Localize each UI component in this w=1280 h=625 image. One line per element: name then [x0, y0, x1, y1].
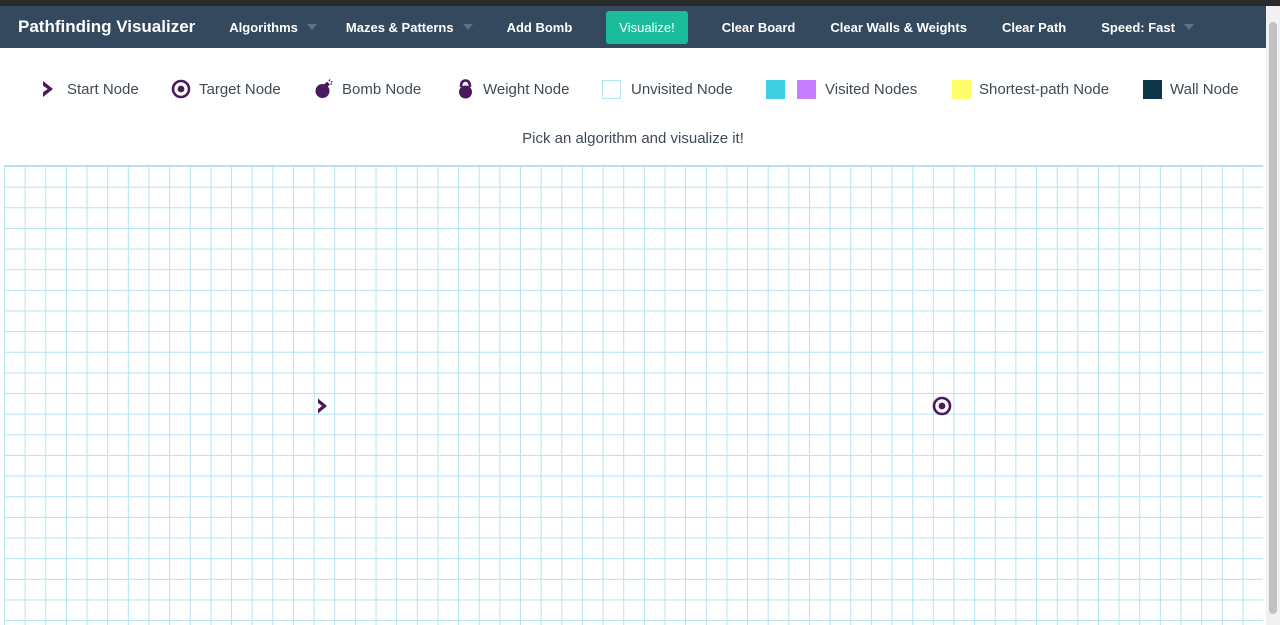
- legend-weight-label: Weight Node: [483, 80, 570, 98]
- vertical-scrollbar[interactable]: [1266, 6, 1280, 625]
- add-bomb-button[interactable]: Add Bomb: [507, 20, 573, 35]
- legend-start-label: Start Node: [67, 80, 139, 98]
- caret-down-icon: [462, 24, 473, 30]
- pathfinding-grid[interactable]: [4, 165, 1263, 625]
- algorithms-dropdown[interactable]: Algorithms: [229, 20, 317, 35]
- visited-purple-swatch: [797, 79, 816, 99]
- wall-swatch: [1143, 79, 1162, 99]
- mazes-dropdown[interactable]: Mazes & Patterns: [346, 20, 473, 35]
- clear-board-button[interactable]: Clear Board: [722, 20, 796, 35]
- legend-target: Target Node: [171, 78, 281, 100]
- mazes-label: Mazes & Patterns: [345, 19, 454, 35]
- legend-unvisited: Unvisited Node: [602, 78, 733, 100]
- clear-path-button[interactable]: Clear Path: [1002, 20, 1066, 35]
- legend-weight: Weight Node: [457, 78, 569, 100]
- legend-target-label: Target Node: [199, 80, 281, 98]
- speed-dropdown[interactable]: Speed: Fast: [1101, 20, 1194, 35]
- instructions-text: Pick an algorithm and visualize it!: [522, 130, 744, 147]
- legend: Start Node Target Node Bomb Node Weight …: [0, 78, 1266, 100]
- legend-unvisited-label: Unvisited Node: [631, 80, 733, 98]
- target-node[interactable]: [932, 396, 952, 416]
- legend-bomb-label: Bomb Node: [342, 80, 422, 98]
- legend-wall: Wall Node: [1143, 78, 1239, 100]
- legend-start: Start Node: [40, 78, 139, 100]
- legend-bomb: Bomb Node: [314, 78, 421, 100]
- bullseye-icon: [171, 79, 191, 99]
- navbar: Pathfinding Visualizer Algorithms Mazes …: [0, 6, 1266, 48]
- visited-cyan-swatch: [766, 79, 785, 99]
- kettlebell-icon: [459, 79, 472, 99]
- start-node[interactable]: [313, 396, 333, 416]
- bomb-icon: [315, 79, 333, 98]
- bullseye-icon: [932, 396, 952, 416]
- speed-label: Speed: Fast: [1101, 19, 1175, 35]
- chevron-right-icon: [318, 398, 327, 414]
- chevron-right-icon: [43, 81, 53, 97]
- clear-walls-weights-button[interactable]: Clear Walls & Weights: [830, 20, 967, 35]
- shortest-path-swatch: [952, 79, 971, 99]
- visualize-button[interactable]: Visualize!: [606, 10, 688, 44]
- legend-shortest-label: Shortest-path Node: [979, 80, 1110, 98]
- legend-shortest: Shortest-path Node: [952, 78, 1109, 100]
- legend-visited: Visited Nodes: [766, 78, 917, 100]
- scrollbar-thumb[interactable]: [1269, 22, 1277, 614]
- caret-down-icon: [306, 24, 317, 30]
- legend-wall-label: Wall Node: [1170, 80, 1239, 98]
- caret-down-icon: [1183, 24, 1194, 30]
- unvisited-swatch: [602, 79, 621, 99]
- legend-visited-label: Visited Nodes: [825, 80, 918, 98]
- algorithms-label: Algorithms: [229, 19, 298, 35]
- brand-title[interactable]: Pathfinding Visualizer: [18, 17, 195, 37]
